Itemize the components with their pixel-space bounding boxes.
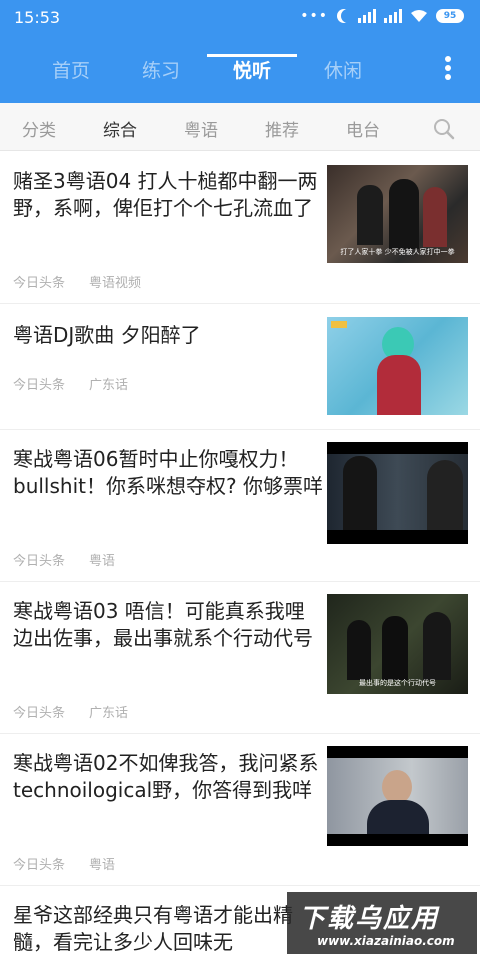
- item-thumbnail: 打了人家十拳 少不免被人家打中一拳: [327, 165, 468, 263]
- watermark-logo: 下载乌应用 www.xiazainiao.com: [287, 892, 477, 954]
- subtab-recommend[interactable]: 推荐: [265, 116, 299, 141]
- watermark-url: www.xiazainiao.com: [317, 934, 455, 948]
- item-title: 寒战粤语06暂时中止你嘎权力！bullshit！你系咪想夺权? 你够票咩: [13, 447, 323, 498]
- list-item[interactable]: 寒战粤语06暂时中止你嘎权力！bullshit！你系咪想夺权? 你够票咩 今日头…: [0, 430, 480, 582]
- item-title: 赌圣3粤语04 打人十槌都中翻一两野，系啊，俾佢打个个七孔流血了: [13, 169, 318, 220]
- tab-home[interactable]: 首页: [52, 56, 90, 83]
- list-item[interactable]: 寒战粤语02不如俾我答，我问紧系technoilogical野，你答得到我咩 今…: [0, 734, 480, 886]
- signal-icon: [358, 9, 376, 23]
- item-meta: 今日头条 粤语: [13, 854, 115, 873]
- search-icon[interactable]: [432, 117, 456, 141]
- item-title: 星爷这部经典只有粤语才能出精髓，看完让多少人回味无: [13, 903, 293, 954]
- active-tab-indicator: [207, 54, 297, 57]
- item-tag: 粤语: [89, 858, 116, 873]
- status-time: 15:53: [14, 8, 61, 27]
- thumb-caption: 最出事的是这个行动代号: [359, 679, 436, 687]
- battery-indicator: 95: [436, 9, 464, 23]
- item-thumbnail: 最出事的是这个行动代号: [327, 594, 468, 694]
- sub-tab-bar: 分类 综合 粤语 推荐 电台: [0, 103, 480, 151]
- thumb-caption: 打了人家十拳 少不免被人家打中一拳: [340, 248, 455, 256]
- item-tag: 广东话: [89, 706, 129, 721]
- app-header: 15:53 ••• 95 首页 练习 悦听 休闲: [0, 0, 480, 103]
- item-source: 今日头条: [13, 276, 66, 291]
- item-source: 今日头条: [13, 706, 66, 721]
- watermark-title: 下载乌应用: [299, 904, 440, 934]
- wifi-icon: [411, 10, 427, 22]
- notification-dots-icon: •••: [300, 8, 328, 24]
- tab-practice[interactable]: 练习: [142, 56, 180, 83]
- item-thumbnail: [327, 746, 468, 846]
- item-meta: 今日头条 粤语视频: [13, 272, 141, 291]
- item-title: 寒战粤语03 唔信！可能真系我哩边出佐事，最出事就系个行动代号: [13, 599, 313, 650]
- main-tab-bar: 首页 练习 悦听 休闲: [0, 44, 480, 94]
- list-item[interactable]: 赌圣3粤语04 打人十槌都中翻一两野，系啊，俾佢打个个七孔流血了 今日头条 粤语…: [0, 152, 480, 304]
- item-meta: 今日头条 粤语: [13, 550, 115, 569]
- tab-listen[interactable]: 悦听: [233, 56, 271, 83]
- subtab-general[interactable]: 综合: [103, 116, 137, 141]
- subtab-category[interactable]: 分类: [22, 116, 56, 141]
- tab-leisure[interactable]: 休闲: [324, 56, 362, 83]
- item-source: 今日头条: [13, 858, 66, 873]
- status-icons: ••• 95: [300, 8, 464, 24]
- item-source: 今日头条: [13, 554, 66, 569]
- list-item[interactable]: 粤语DJ歌曲 夕阳醉了 今日头条 广东话: [0, 304, 480, 430]
- subtab-cantonese[interactable]: 粤语: [184, 116, 218, 141]
- status-bar: 15:53 ••• 95: [0, 0, 480, 36]
- do-not-disturb-icon: [341, 9, 355, 23]
- item-title: 寒战粤语02不如俾我答，我问紧系technoilogical野，你答得到我咩: [13, 751, 319, 802]
- item-tag: 粤语视频: [89, 276, 142, 291]
- subtab-radio[interactable]: 电台: [346, 116, 380, 141]
- more-menu-icon[interactable]: [444, 56, 452, 84]
- item-source: 今日头条: [13, 378, 66, 393]
- item-thumbnail: [327, 442, 468, 544]
- item-tag: 广东话: [89, 378, 129, 393]
- signal-2-icon: [384, 9, 402, 23]
- item-thumbnail: [327, 317, 468, 415]
- list-item[interactable]: 寒战粤语03 唔信！可能真系我哩边出佐事，最出事就系个行动代号 今日头条 广东话…: [0, 582, 480, 734]
- item-tag: 粤语: [89, 554, 116, 569]
- item-meta: 今日头条 广东话: [13, 702, 128, 721]
- item-title: 粤语DJ歌曲 夕阳醉了: [13, 323, 201, 347]
- item-meta: 今日头条 广东话: [13, 374, 128, 393]
